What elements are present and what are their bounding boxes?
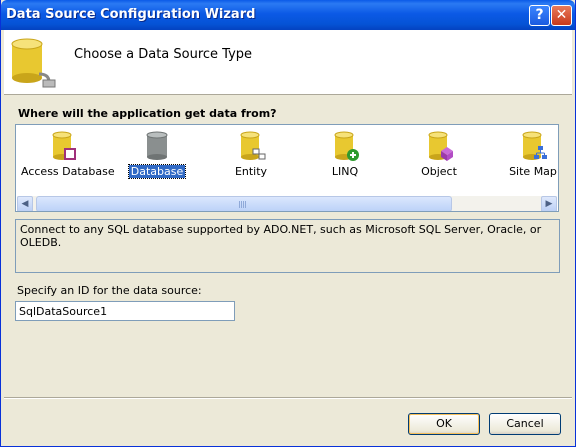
entity-icon bbox=[240, 131, 266, 160]
type-label-database: Database bbox=[127, 164, 187, 179]
type-label-site-map: Site Map bbox=[509, 165, 557, 178]
footer-divider bbox=[4, 397, 572, 399]
scroll-left-button[interactable]: ◀ bbox=[17, 196, 33, 211]
type-label-entity: Entity bbox=[234, 165, 268, 178]
title-bar[interactable]: Data Source Configuration Wizard ? ✕ bbox=[1, 0, 575, 30]
data-source-id-input[interactable] bbox=[15, 301, 235, 321]
type-database[interactable]: Database bbox=[113, 129, 201, 183]
scroll-right-button[interactable]: ▶ bbox=[541, 196, 557, 211]
type-label-access-database: Access Database bbox=[21, 165, 115, 178]
type-access-database[interactable]: Access Database bbox=[19, 129, 115, 183]
scroll-thumb[interactable] bbox=[36, 196, 452, 211]
linq-icon bbox=[334, 131, 359, 161]
horizontal-scrollbar[interactable]: ◀ ▶ bbox=[17, 196, 557, 211]
site-map-icon bbox=[522, 131, 547, 160]
ok-button[interactable]: OK bbox=[408, 413, 480, 435]
type-label-object: Object bbox=[421, 165, 457, 178]
help-button[interactable]: ? bbox=[529, 5, 550, 26]
cancel-button[interactable]: Cancel bbox=[489, 413, 561, 435]
type-label-linq: LINQ bbox=[331, 165, 359, 178]
id-field-label: Specify an ID for the data source: bbox=[17, 284, 202, 297]
wizard-window: Data Source Configuration Wizard ? ✕ Cho… bbox=[0, 0, 576, 447]
access-database-icon bbox=[52, 131, 76, 160]
type-site-map[interactable]: Site Map bbox=[489, 129, 558, 183]
type-linq[interactable]: LINQ bbox=[301, 129, 389, 183]
type-object[interactable]: Object bbox=[395, 129, 483, 183]
database-icon bbox=[146, 131, 168, 160]
window-title: Data Source Configuration Wizard bbox=[6, 7, 256, 22]
data-source-type-list[interactable]: Access Database Database Entity LINQ Obj… bbox=[15, 124, 559, 212]
close-button[interactable]: ✕ bbox=[551, 5, 572, 26]
scroll-grip-icon bbox=[239, 201, 247, 208]
object-icon bbox=[428, 131, 453, 161]
wizard-header: Choose a Data Source Type bbox=[4, 30, 572, 95]
page-title: Choose a Data Source Type bbox=[74, 47, 253, 62]
data-source-prompt: Where will the application get data from… bbox=[18, 107, 277, 120]
type-entity[interactable]: Entity bbox=[207, 129, 295, 183]
database-plug-icon bbox=[11, 38, 56, 88]
type-description: Connect to any SQL database supported by… bbox=[15, 219, 560, 273]
